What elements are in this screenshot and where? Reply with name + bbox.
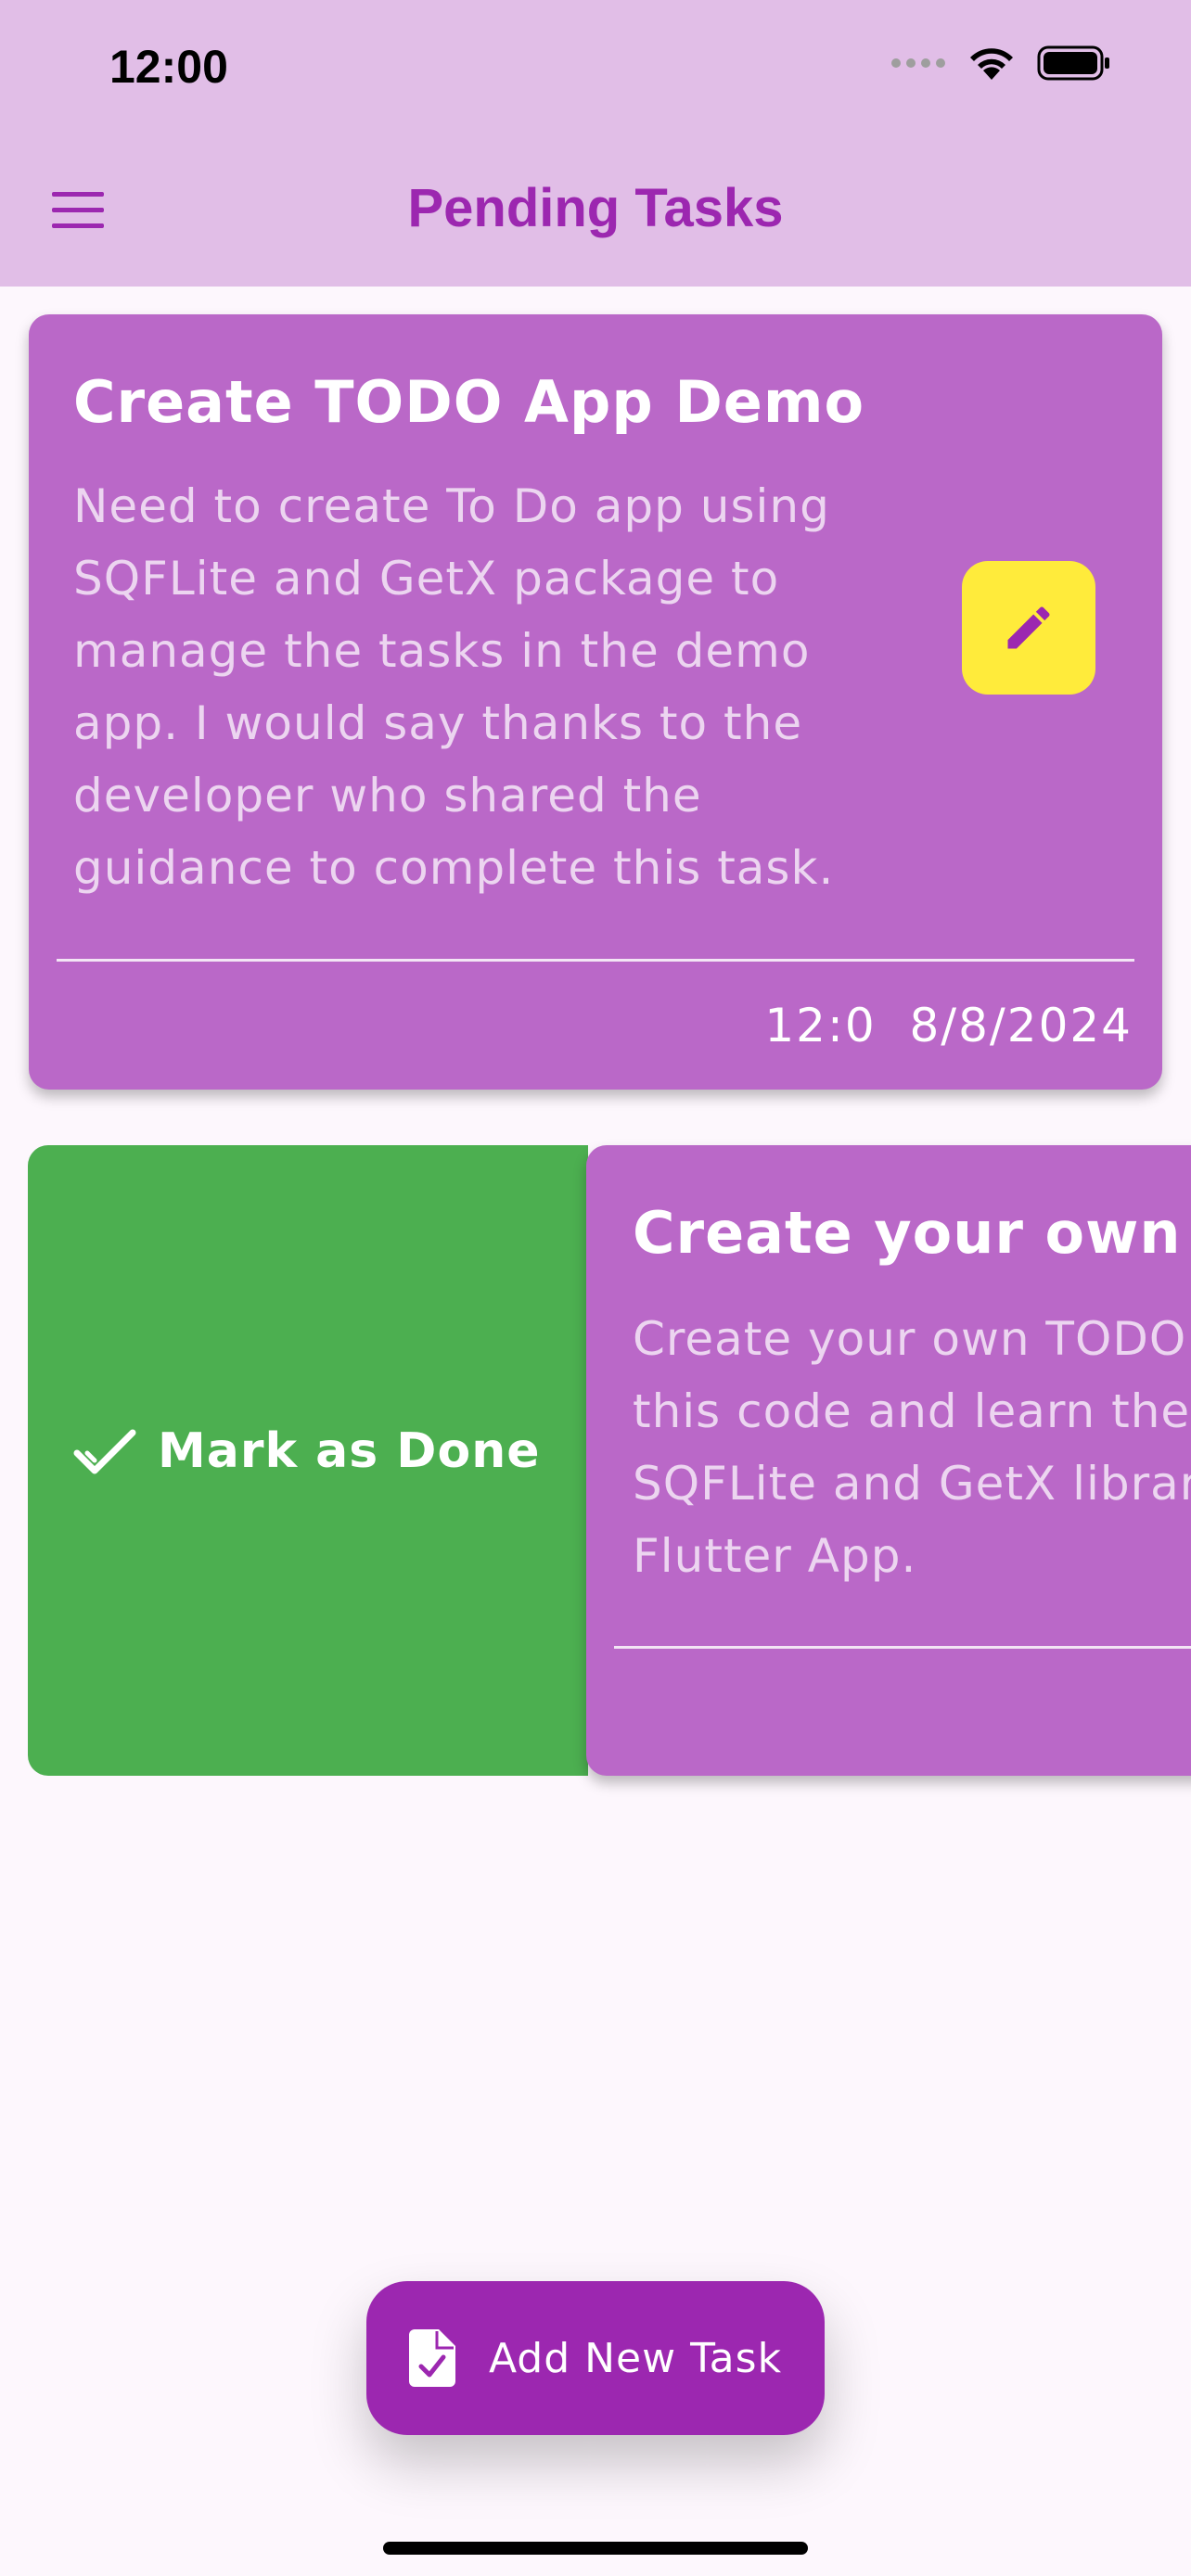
edit-task-button[interactable]	[962, 561, 1095, 695]
task-description: Need to create To Do app using SQFLite a…	[73, 479, 835, 895]
task-datetime: 12:0 8/8/2024	[764, 999, 1133, 1052]
app-bar: Pending Tasks	[0, 134, 1191, 287]
page-title: Pending Tasks	[407, 178, 784, 238]
task-date: 8/8/2024	[909, 999, 1133, 1052]
card-divider	[614, 1646, 1191, 1649]
checkmark-icon	[73, 1429, 136, 1474]
mark-as-done-label: Mark as Done	[158, 1423, 541, 1479]
status-time: 12:00	[109, 41, 228, 93]
battery-icon	[1037, 45, 1109, 81]
task-card[interactable]: Create your own T Create your own TODO t…	[586, 1145, 1191, 1776]
task-description: Create your own TODO this code and learn…	[633, 1312, 1191, 1583]
add-new-task-button[interactable]: Add New Task	[366, 2281, 825, 2435]
task-title: Create TODO App Demo	[73, 368, 865, 436]
home-indicator[interactable]	[383, 2542, 808, 2555]
task-card[interactable]: Create TODO App Demo Need to create To D…	[29, 314, 1162, 1090]
status-icons	[890, 45, 1111, 82]
status-bar: 12:00	[0, 0, 1191, 134]
task-time: 12:0	[764, 999, 877, 1052]
mark-as-done-content: Mark as Done	[72, 1423, 541, 1479]
add-new-task-label: Add New Task	[488, 2334, 783, 2382]
card-divider	[57, 959, 1134, 962]
mark-as-done-action[interactable]: Mark as Done	[28, 1145, 588, 1776]
pencil-icon	[1007, 606, 1050, 649]
task-document-icon	[408, 2329, 455, 2387]
wifi-icon	[970, 48, 1013, 80]
cellular-signal-icon	[891, 58, 945, 68]
task-title: Create your own T	[633, 1199, 1191, 1267]
